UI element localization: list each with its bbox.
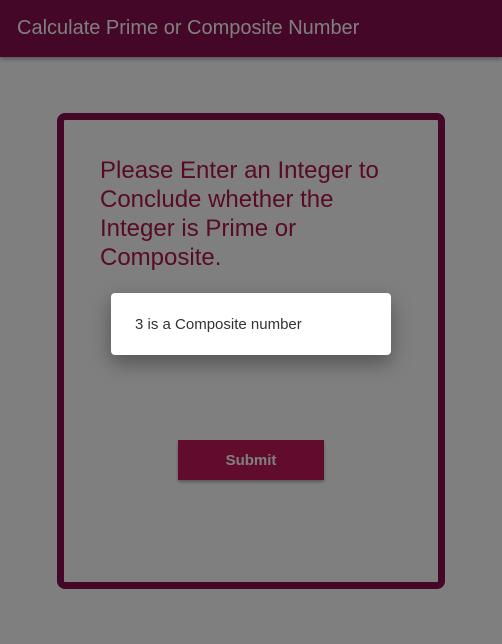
app-screen: Calculate Prime or Composite Number Plea…: [0, 0, 502, 644]
result-message: 3 is a Composite number: [135, 315, 302, 333]
result-dialog: 3 is a Composite number: [111, 293, 391, 355]
